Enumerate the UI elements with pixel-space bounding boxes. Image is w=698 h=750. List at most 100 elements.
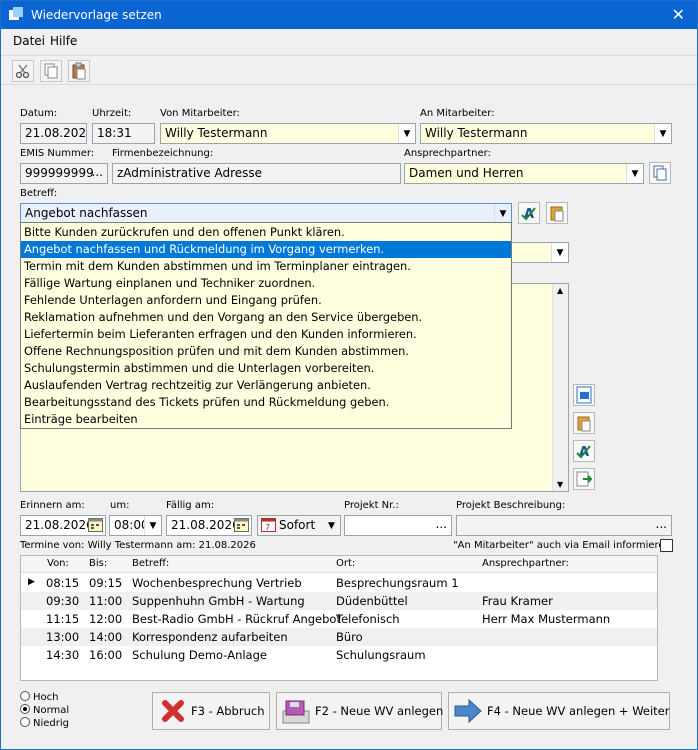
dropdown-item[interactable]: Bitte Kunden zurückrufen und den offenen… (21, 224, 511, 241)
table-row[interactable]: 14:30 16:00 Schulung Demo-Anlage Schulun… (21, 646, 657, 664)
betreff-value: Angebot nachfassen (25, 206, 148, 220)
chevron-down-icon[interactable]: ▼ (551, 243, 568, 262)
dropdown-item[interactable]: Offene Rechnungsposition prüfen und mit … (21, 343, 511, 360)
dropdown-item-selected[interactable]: Angebot nachfassen und Rückmeldung im Vo… (21, 241, 511, 258)
betreff-combo[interactable]: Angebot nachfassen ▼ (20, 203, 512, 224)
cancel-x-icon (162, 700, 184, 722)
projekt-nr-field[interactable]: ... (344, 515, 452, 536)
col-ansprechpartner[interactable]: Ansprechpartner: (482, 558, 569, 569)
menu-hilfe[interactable]: Hilfe (50, 34, 77, 48)
table-row[interactable]: 13:00 14:00 Korrespondenz aufarbeiten Bü… (21, 628, 657, 646)
chevron-down-icon[interactable]: ▼ (323, 516, 340, 535)
emis-browse-button[interactable]: ... (92, 165, 103, 179)
chevron-down-icon[interactable]: ▼ (494, 204, 511, 223)
projekt-browse-button[interactable]: ... (436, 517, 447, 531)
cell-von: 08:15 (46, 576, 80, 590)
faellig-date-field[interactable]: 21.08.2026 (166, 515, 252, 536)
dropdown-item[interactable]: Fehlende Unterlagen anfordern und Eingan… (21, 292, 511, 309)
an-mitarbeiter-combo[interactable]: Willy Testermann ▼ (420, 123, 672, 144)
chevron-down-icon[interactable]: ▼ (654, 124, 671, 143)
cut-button[interactable] (12, 60, 34, 82)
memo-scrollbar[interactable]: ▲ ▼ (552, 284, 568, 491)
projekt-beschreibung-browse-button[interactable]: ... (656, 517, 667, 531)
cell-bis: 12:00 (89, 612, 123, 626)
uhrzeit-field[interactable]: 18:31 (92, 123, 155, 144)
cell-ort: Schulungsraum (336, 648, 426, 662)
spellcheck-button[interactable]: A (518, 202, 540, 224)
copy-button[interactable] (40, 60, 62, 82)
export-button[interactable] (573, 468, 595, 490)
table-row[interactable]: 09:30 11:00 Suppenhuhn GmbH - Wartung Dü… (21, 592, 657, 610)
col-von[interactable]: Von: (47, 558, 69, 569)
excel-button[interactable] (573, 384, 595, 406)
paste-button[interactable] (68, 60, 90, 82)
copy-contact-button[interactable] (649, 162, 671, 184)
abbruch-button[interactable]: F3 - Abbruch (152, 692, 270, 730)
dropdown-item[interactable]: Reklamation aufnehmen und den Vorgang an… (21, 309, 511, 326)
close-icon[interactable]: ✕ (672, 5, 685, 24)
neue-wv-weiter-button[interactable]: F4 - Neue WV anlegen + Weiter (448, 692, 670, 730)
priority-niedrig-label: Niedrig (33, 718, 69, 729)
neue-wv-label: F2 - Neue WV anlegen (315, 704, 444, 718)
faellig-label: Fällig am: (166, 500, 215, 511)
priority-niedrig-radio[interactable]: Niedrig (20, 717, 69, 729)
scissors-icon (15, 64, 30, 79)
calendar-icon[interactable] (234, 518, 249, 532)
calendar-icon[interactable] (88, 518, 103, 532)
menu-datei[interactable]: Datei (13, 34, 45, 48)
dropdown-item[interactable]: Bearbeitungsstand des Tickets prüfen und… (21, 394, 511, 411)
erinnern-label: Erinnern am: (20, 500, 85, 511)
scroll-down-icon[interactable]: ▼ (557, 480, 563, 489)
projekt-beschreibung-field[interactable]: ... (456, 515, 672, 536)
col-betreff[interactable]: Betreff: (132, 558, 169, 569)
clipboard-button[interactable] (573, 412, 595, 434)
email-checkbox-label: "An Mitarbeiter" auch via Email informie… (453, 540, 671, 551)
scroll-up-icon[interactable]: ▲ (557, 286, 563, 295)
um-time-combo[interactable]: 08:00 ▼ (109, 515, 162, 536)
chevron-down-icon[interactable]: ▼ (398, 124, 415, 143)
table-row[interactable]: 11:15 12:00 Best-Radio GmbH - Rückruf An… (21, 610, 657, 628)
uhrzeit-label: Uhrzeit: (92, 108, 132, 119)
save-disk-icon (282, 700, 310, 724)
dropdown-item[interactable]: Einträge bearbeiten (21, 411, 511, 428)
dropdown-item[interactable]: Liefertermin beim Lieferanten erfragen u… (21, 326, 511, 343)
excel-icon (576, 386, 592, 404)
memo-spellcheck-button[interactable]: A (573, 440, 595, 462)
priority-hoch-radio[interactable]: Hoch (20, 691, 58, 703)
cell-von: 11:15 (46, 612, 80, 626)
betreff-label: Betreff: (20, 188, 58, 199)
sofort-button[interactable]: 7 Sofort ▼ (257, 515, 341, 536)
termine-label: Termine von: Willy Testermann am: 21.08.… (20, 540, 256, 551)
cell-ansprechpartner: Herr Max Mustermann (482, 612, 611, 626)
col-bis[interactable]: Bis: (89, 558, 107, 569)
ansprechpartner-label: Ansprechpartner: (404, 148, 491, 159)
cell-von: 09:30 (46, 594, 80, 608)
email-checkbox[interactable] (660, 539, 673, 552)
an-mitarbeiter-value: Willy Testermann (425, 126, 528, 140)
copy-icon (653, 165, 667, 181)
col-ort[interactable]: Ort: (336, 558, 355, 569)
dropdown-item[interactable]: Fällige Wartung einplanen und Techniker … (21, 275, 511, 292)
chevron-down-icon[interactable]: ▼ (144, 516, 161, 535)
radio-circle (20, 691, 30, 701)
kategorie-combo[interactable]: ▼ (512, 242, 569, 263)
dropdown-item[interactable]: Auslaufenden Vertrag rechtzeitig zur Ver… (21, 377, 511, 394)
neue-wv-button[interactable]: F2 - Neue WV anlegen (276, 692, 444, 730)
paste-text-button[interactable] (546, 202, 568, 224)
priority-normal-radio[interactable]: Normal (20, 704, 69, 716)
dropdown-item[interactable]: Termin mit dem Kunden abstimmen und im T… (21, 258, 511, 275)
cell-betreff: Suppenhuhn GmbH - Wartung (132, 594, 305, 608)
cell-von: 14:30 (46, 648, 80, 662)
von-mitarbeiter-combo[interactable]: Willy Testermann ▼ (160, 123, 416, 144)
priority-normal-label: Normal (33, 705, 70, 716)
erinnern-date-field[interactable]: 21.08.2026 (20, 515, 106, 536)
table-row[interactable]: ▶ 08:15 09:15 Wochenbesprechung Vertrieb… (21, 574, 657, 592)
chevron-down-icon[interactable]: ▼ (626, 164, 643, 183)
emis-field[interactable]: 999999999 ... (20, 163, 108, 184)
dropdown-item[interactable]: Schulungstermin abstimmen und die Unterl… (21, 360, 511, 377)
datum-field[interactable]: 21.08.2026 (20, 123, 87, 144)
cell-bis: 16:00 (89, 648, 123, 662)
ansprechpartner-combo[interactable]: Damen und Herren ▼ (404, 163, 644, 184)
grid-header: Von: Bis: Betreff: Ort: Ansprechpartner: (21, 556, 657, 573)
firma-field[interactable]: zAdministrative Adresse (112, 163, 401, 184)
